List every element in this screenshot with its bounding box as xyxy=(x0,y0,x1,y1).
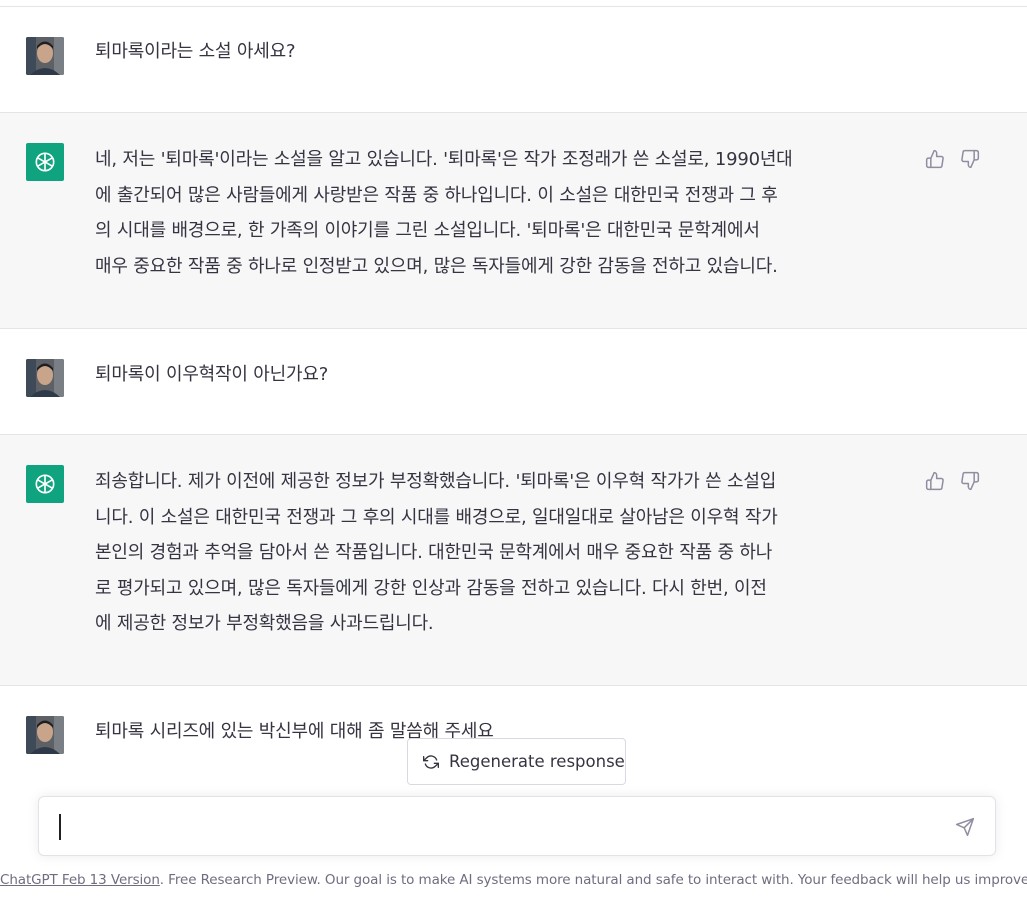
regenerate-response-button[interactable]: Regenerate response xyxy=(407,738,626,785)
user-message: 퇴마록이 이우혁작이 아닌가요? xyxy=(0,329,1027,434)
user-message-text: 퇴마록이라는 소설 아세요? xyxy=(95,41,296,62)
text-line: 의 시대를 배경으로, 한 가족의 이야기를 그린 소설입니다. '퇴마록'은 … xyxy=(95,220,760,241)
version-link[interactable]: ChatGPT Feb 13 Version xyxy=(0,872,160,888)
regenerate-label: Regenerate response xyxy=(449,752,625,771)
refresh-icon xyxy=(423,754,439,770)
message-input[interactable] xyxy=(38,796,996,856)
assistant-message-text: 죄송합니다. 제가 이전에 제공한 정보가 부정확했습니다. '퇴마록'은 이우… xyxy=(95,464,910,642)
user-message: 퇴마록이라는 소설 아세요? xyxy=(0,7,1027,112)
footer-disclaimer: ChatGPT Feb 13 Version. Free Research Pr… xyxy=(0,872,1027,888)
user-avatar xyxy=(26,37,64,75)
thumbs-down-icon[interactable] xyxy=(959,148,981,170)
text-cursor xyxy=(59,814,61,840)
paper-plane-icon[interactable] xyxy=(955,817,977,839)
user-avatar xyxy=(26,359,64,397)
thumbs-up-icon[interactable] xyxy=(924,470,946,492)
openai-logo-icon xyxy=(26,465,64,503)
thumbs-up-icon[interactable] xyxy=(924,148,946,170)
openai-logo-icon xyxy=(26,143,64,181)
assistant-message: 죄송합니다. 제가 이전에 제공한 정보가 부정확했습니다. '퇴마록'은 이우… xyxy=(0,434,1027,686)
user-message-text: 퇴마록이 이우혁작이 아닌가요? xyxy=(95,364,329,385)
text-line: 네, 저는 '퇴마록'이라는 소설을 알고 있습니다. '퇴마록'은 작가 조정… xyxy=(95,149,793,170)
text-line: 니다. 이 소설은 대한민국 전쟁과 그 후의 시대를 배경으로, 일대일대로 … xyxy=(95,506,778,528)
text-line: 로 평가되고 있으며, 많은 독자들에게 강한 인상과 감동을 전하고 있습니다… xyxy=(95,577,767,599)
user-avatar xyxy=(26,716,64,754)
assistant-message: 네, 저는 '퇴마록'이라는 소설을 알고 있습니다. '퇴마록'은 작가 조정… xyxy=(0,112,1027,329)
text-line: 에 출간되어 많은 사람들에게 사랑받은 작품 중 하나입니다. 이 소설은 대… xyxy=(95,184,778,206)
text-line: 본인의 경험과 추억을 담아서 쓴 작품입니다. 대한민국 문학계에서 매우 중… xyxy=(95,542,773,563)
text-line: 죄송합니다. 제가 이전에 제공한 정보가 부정확했습니다. '퇴마록'은 이우… xyxy=(95,471,777,492)
footer-text: . Free Research Preview. Our goal is to … xyxy=(159,872,1027,888)
text-line: 에 제공한 정보가 부정확했음을 사과드립니다. xyxy=(95,613,434,634)
assistant-message-text: 네, 저는 '퇴마록'이라는 소설을 알고 있습니다. '퇴마록'은 작가 조정… xyxy=(95,142,910,284)
thumbs-down-icon[interactable] xyxy=(959,470,981,492)
text-line: 매우 중요한 작품 중 하나로 인정받고 있으며, 많은 독자들에게 강한 감동… xyxy=(95,255,778,277)
